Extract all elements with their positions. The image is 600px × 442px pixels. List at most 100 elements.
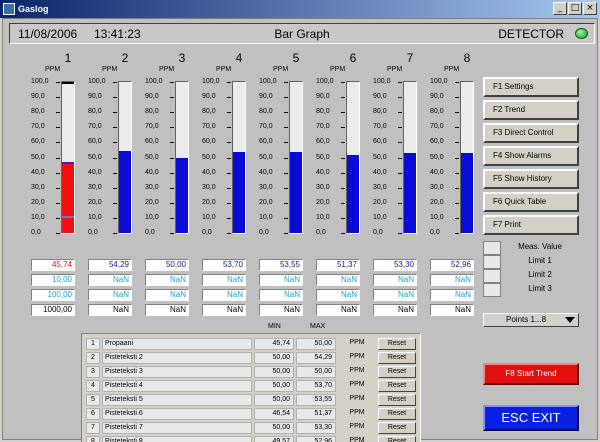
tick-mark xyxy=(341,127,345,129)
reset-button[interactable]: Reset xyxy=(378,380,416,392)
limit-3-value: NaN xyxy=(145,304,189,316)
settings-button[interactable]: F1 Settings xyxy=(483,77,579,97)
tick-mark xyxy=(398,233,402,234)
point-name: Pisteteksti 6 xyxy=(102,408,252,420)
tick-label: 80,0 xyxy=(145,108,159,116)
tick-label: 90,0 xyxy=(316,93,330,101)
reset-button[interactable]: Reset xyxy=(378,408,416,420)
tick-mark xyxy=(398,172,402,174)
point-name: Pisteteksti 8 xyxy=(102,436,252,442)
tick-label: 60,0 xyxy=(31,138,45,146)
level-fill xyxy=(233,151,245,233)
limit-3-value: NaN xyxy=(88,304,132,316)
scale-ticks: 100,0 90,0 80,0 70,0 60,0 50,0 40,0 30,0 20,0 10,… xyxy=(31,78,60,241)
meas-value: 54,29 xyxy=(88,259,132,271)
min-max-table: MIN MAX 1 Propaani 45,74 50,00 PPM Reset 2 Pist… xyxy=(81,323,421,442)
legend-arrow-icon xyxy=(483,255,501,269)
reset-button[interactable]: Reset xyxy=(378,338,416,350)
meas-value: 50,00 xyxy=(145,259,189,271)
limit-1-value: NaN xyxy=(373,274,417,286)
tick-label: 40,0 xyxy=(259,168,273,176)
points-select[interactable]: Points 1...8 xyxy=(483,313,579,327)
main-panel: 11/08/2006 13:41:23 Bar Graph DETECTOR 1… xyxy=(2,18,598,442)
minimize-button[interactable]: _ xyxy=(553,2,567,15)
legend-item: Limit 3 xyxy=(483,283,579,297)
tick-label: 0,0 xyxy=(259,229,269,236)
tick-mark xyxy=(284,97,288,99)
channel-number: 6 xyxy=(349,51,357,65)
unit-cell: PPM xyxy=(349,395,365,402)
row-index: 4 xyxy=(86,380,100,392)
tick-mark xyxy=(227,127,231,129)
header-bar: 11/08/2006 13:41:23 Bar Graph DETECTOR xyxy=(9,23,595,44)
tick-label: 60,0 xyxy=(88,138,102,146)
reset-button[interactable]: Reset xyxy=(378,366,416,378)
tick-label: 40,0 xyxy=(373,168,387,176)
max-value: 54,29 xyxy=(296,352,336,364)
tick-mark xyxy=(113,97,117,99)
maximize-button[interactable]: □ xyxy=(568,2,582,15)
row-index: 8 xyxy=(86,436,100,442)
max-value: 51,37 xyxy=(296,408,336,420)
scale-ticks: 100,0 90,0 80,0 70,0 60,0 50,0 40,0 30,0 20,0 10,… xyxy=(88,78,117,241)
tick-label: 60,0 xyxy=(316,138,330,146)
tick-mark xyxy=(56,142,60,144)
show-history-button[interactable]: F5 Show History xyxy=(483,169,579,189)
channel-number: 7 xyxy=(406,51,414,65)
start-trend-button[interactable]: F8 Start Trend xyxy=(483,363,579,385)
close-button[interactable]: × xyxy=(583,2,597,15)
unit-cell: PPM xyxy=(349,339,365,346)
row-index: 7 xyxy=(86,422,100,434)
tick-label: 10,0 xyxy=(88,213,102,221)
tick-label: 30,0 xyxy=(430,183,444,191)
tick-mark xyxy=(398,187,402,189)
tick-mark xyxy=(455,233,459,234)
tick-label: 10,0 xyxy=(373,213,387,221)
min-value: 50,00 xyxy=(254,352,294,364)
tick-label: 20,0 xyxy=(202,198,216,206)
scale-ticks: 100,0 90,0 80,0 70,0 60,0 50,0 40,0 30,0 20,0 10,… xyxy=(259,78,288,241)
reset-button[interactable]: Reset xyxy=(378,436,416,442)
level-bar xyxy=(118,81,132,234)
channel-number: 1 xyxy=(64,51,72,65)
unit-cell: PPM xyxy=(349,423,365,430)
tick-label: 30,0 xyxy=(316,183,330,191)
level-bar xyxy=(460,81,474,234)
quick-table-button[interactable]: F6 Quick Table xyxy=(483,192,579,212)
level-bar xyxy=(403,81,417,234)
status-led-icon xyxy=(575,28,588,39)
reset-button[interactable]: Reset xyxy=(378,352,416,364)
tick-mark xyxy=(455,97,459,99)
show-alarms-button[interactable]: F4 Show Alarms xyxy=(483,146,579,166)
meas-value: 53,55 xyxy=(259,259,303,271)
reset-button[interactable]: Reset xyxy=(378,394,416,406)
limit-2-value: NaN xyxy=(202,289,246,301)
unit-label: PPM xyxy=(387,66,403,73)
table-row: 2 Pisteteksti 2 50,00 54,29 PPM Reset xyxy=(86,352,416,365)
exit-button[interactable]: ESC EXIT xyxy=(483,405,579,431)
level-bar xyxy=(175,81,189,234)
tick-mark xyxy=(113,187,117,189)
tick-mark xyxy=(398,157,402,159)
tick-mark xyxy=(341,187,345,189)
level-fill xyxy=(176,157,188,233)
tick-label: 50,0 xyxy=(430,153,444,161)
tick-label: 50,0 xyxy=(145,153,159,161)
tick-mark xyxy=(284,82,288,83)
tick-mark xyxy=(227,82,231,83)
tick-label: 70,0 xyxy=(145,123,159,131)
print-button[interactable]: F7 Print xyxy=(483,215,579,235)
limit-3-value: NaN xyxy=(202,304,246,316)
tick-mark xyxy=(341,142,345,144)
max-value: 53,55 xyxy=(296,394,336,406)
tick-label: 60,0 xyxy=(373,138,387,146)
limit-2-value: 100,00 xyxy=(31,289,75,301)
reset-button[interactable]: Reset xyxy=(378,422,416,434)
max-value: 50,00 xyxy=(296,338,336,350)
table-row: 4 Pisteteksti 4 50,00 53,70 PPM Reset xyxy=(86,380,416,393)
meas-value: 53,30 xyxy=(373,259,417,271)
trend-button[interactable]: F2 Trend xyxy=(483,100,579,120)
unit-cell: PPM xyxy=(349,409,365,416)
direct-control-button[interactable]: F3 Direct Control xyxy=(483,123,579,143)
meas-value: 45,74 xyxy=(31,259,75,271)
